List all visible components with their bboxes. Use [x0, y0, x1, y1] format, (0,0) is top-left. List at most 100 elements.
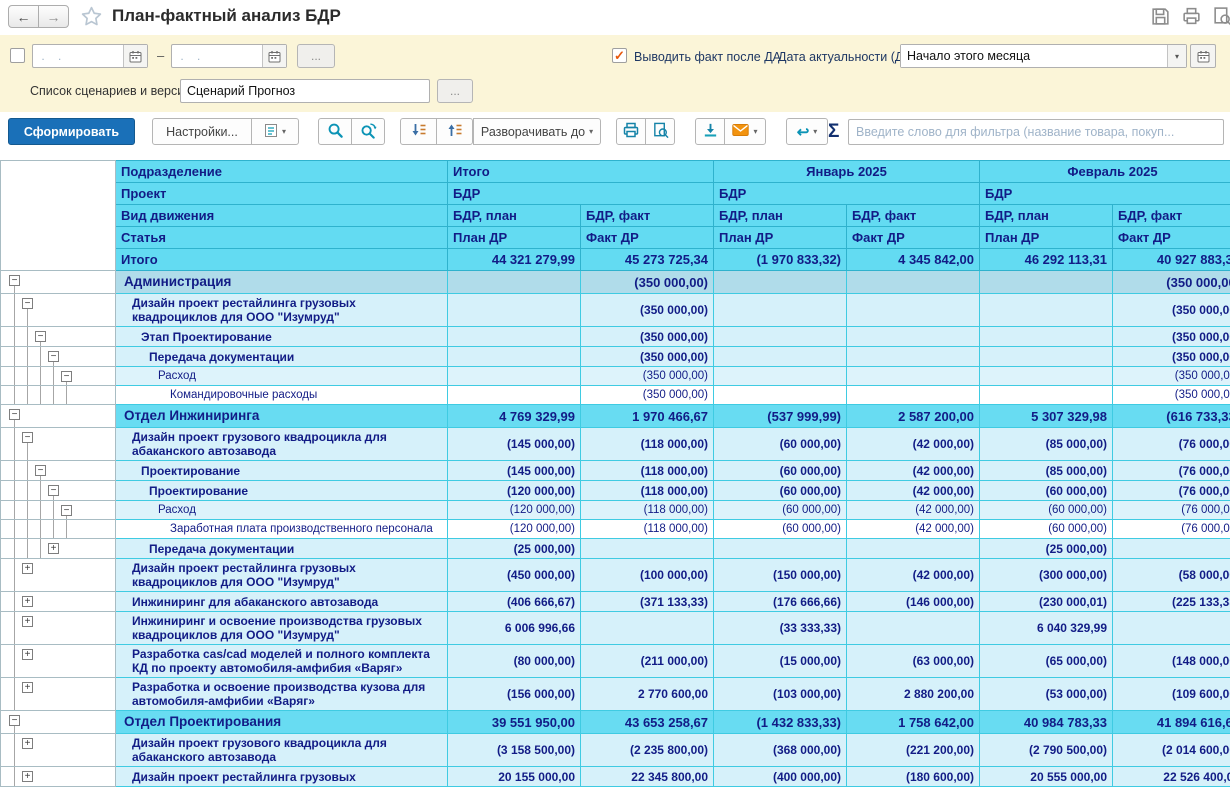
- header-total-value[interactable]: (1 970 833,32): [714, 249, 847, 271]
- collapse-expander-icon[interactable]: −: [35, 465, 46, 476]
- value-cell[interactable]: (60 000,00): [714, 428, 847, 461]
- collapse-expander-icon[interactable]: −: [22, 432, 33, 443]
- row-label-cell[interactable]: Расход: [116, 367, 448, 386]
- row-label-cell[interactable]: Передача документации: [116, 539, 448, 559]
- value-cell[interactable]: [714, 294, 847, 327]
- header-period-3[interactable]: Февраль 2025: [980, 161, 1230, 183]
- actuality-calendar-button[interactable]: [1190, 44, 1216, 68]
- header-total-value[interactable]: 44 321 279,99: [448, 249, 581, 271]
- collapse-expander-icon[interactable]: −: [48, 351, 59, 362]
- row-label-cell[interactable]: Заработная плата производственного персо…: [116, 520, 448, 539]
- value-cell[interactable]: [448, 294, 581, 327]
- value-cell[interactable]: (118 000,00): [581, 481, 714, 501]
- row-label-cell[interactable]: Командировочные расходы: [116, 386, 448, 405]
- value-cell[interactable]: (25 000,00): [448, 539, 581, 559]
- value-cell[interactable]: 40 984 783,33: [980, 711, 1113, 734]
- value-cell[interactable]: (42 000,00): [847, 461, 980, 481]
- value-cell[interactable]: 1 758 642,00: [847, 711, 980, 734]
- header-project-value[interactable]: БДР: [448, 183, 714, 205]
- scenario-input[interactable]: [180, 79, 430, 103]
- value-cell[interactable]: (350 000,00): [1113, 327, 1230, 347]
- value-cell[interactable]: 41 894 616,67: [1113, 711, 1230, 734]
- value-cell[interactable]: (60 000,00): [714, 520, 847, 539]
- value-cell[interactable]: (42 000,00): [847, 481, 980, 501]
- value-cell[interactable]: (76 000,00): [1113, 428, 1230, 461]
- expand-expander-icon[interactable]: +: [48, 543, 59, 554]
- header-project-value[interactable]: БДР: [714, 183, 980, 205]
- value-cell[interactable]: (42 000,00): [847, 559, 980, 592]
- header-article-label[interactable]: Статья: [116, 227, 448, 249]
- header-total-label[interactable]: Итого: [116, 249, 448, 271]
- value-cell[interactable]: (350 000,00): [1113, 367, 1230, 386]
- collapse-expander-icon[interactable]: −: [61, 371, 72, 382]
- value-cell[interactable]: (300 000,00): [980, 559, 1113, 592]
- value-cell[interactable]: (53 000,00): [980, 678, 1113, 711]
- expand-expander-icon[interactable]: +: [22, 616, 33, 627]
- value-cell[interactable]: (145 000,00): [448, 461, 581, 481]
- value-cell[interactable]: [581, 612, 714, 645]
- value-cell[interactable]: (76 000,00): [1113, 520, 1230, 539]
- value-cell[interactable]: (150 000,00): [714, 559, 847, 592]
- header-movement-value[interactable]: БДР, план: [980, 205, 1113, 227]
- value-cell[interactable]: 39 551 950,00: [448, 711, 581, 734]
- expand-expander-icon[interactable]: +: [22, 563, 33, 574]
- forward-button[interactable]: →: [38, 5, 69, 28]
- actuality-dropdown-button[interactable]: ▾: [1167, 45, 1186, 67]
- header-article-value[interactable]: Факт ДР: [581, 227, 714, 249]
- date-to-calendar-button[interactable]: [262, 45, 286, 67]
- value-cell[interactable]: [847, 612, 980, 645]
- value-cell[interactable]: (537 999,99): [714, 405, 847, 428]
- value-cell[interactable]: (225 133,33): [1113, 592, 1230, 612]
- value-cell[interactable]: [448, 347, 581, 367]
- value-cell[interactable]: (118 000,00): [581, 520, 714, 539]
- value-cell[interactable]: (350 000,00): [1113, 294, 1230, 327]
- row-label-cell[interactable]: Администрация: [116, 271, 448, 294]
- value-cell[interactable]: [448, 271, 581, 294]
- value-cell[interactable]: (60 000,00): [714, 501, 847, 520]
- value-cell[interactable]: (148 000,00): [1113, 645, 1230, 678]
- generate-button[interactable]: Сформировать: [8, 118, 135, 145]
- collapse-expander-icon[interactable]: −: [22, 298, 33, 309]
- value-cell[interactable]: (120 000,00): [448, 481, 581, 501]
- value-cell[interactable]: (103 000,00): [714, 678, 847, 711]
- print-icon[interactable]: [1181, 6, 1203, 28]
- expand-expander-icon[interactable]: +: [22, 596, 33, 607]
- header-total-value[interactable]: 4 345 842,00: [847, 249, 980, 271]
- header-movement-value[interactable]: БДР, план: [448, 205, 581, 227]
- value-cell[interactable]: (350 000,00): [581, 347, 714, 367]
- value-cell[interactable]: (33 333,33): [714, 612, 847, 645]
- value-cell[interactable]: [980, 271, 1113, 294]
- value-cell[interactable]: 2 770 600,00: [581, 678, 714, 711]
- value-cell[interactable]: 4 769 329,99: [448, 405, 581, 428]
- value-cell[interactable]: (2 014 600,00): [1113, 734, 1230, 767]
- value-cell[interactable]: [714, 367, 847, 386]
- value-cell[interactable]: (371 133,33): [581, 592, 714, 612]
- favorite-star-icon[interactable]: [80, 5, 103, 33]
- value-cell[interactable]: [714, 271, 847, 294]
- value-cell[interactable]: (146 000,00): [847, 592, 980, 612]
- row-label-cell[interactable]: Дизайн проект рестайлинга грузовых квадр…: [116, 294, 448, 327]
- value-cell[interactable]: 6 006 996,66: [448, 612, 581, 645]
- value-cell[interactable]: [980, 367, 1113, 386]
- value-cell[interactable]: [448, 367, 581, 386]
- value-cell[interactable]: (42 000,00): [847, 428, 980, 461]
- row-label-cell[interactable]: Проектирование: [116, 461, 448, 481]
- row-label-cell[interactable]: Этап Проектирование: [116, 327, 448, 347]
- value-cell[interactable]: 20 555 000,00: [980, 767, 1113, 787]
- value-cell[interactable]: (145 000,00): [448, 428, 581, 461]
- date-from-calendar-button[interactable]: [123, 45, 147, 67]
- search-button[interactable]: [318, 118, 352, 145]
- value-cell[interactable]: [847, 386, 980, 405]
- value-cell[interactable]: [1113, 612, 1230, 645]
- value-cell[interactable]: [847, 327, 980, 347]
- header-article-value[interactable]: План ДР: [714, 227, 847, 249]
- value-cell[interactable]: (76 000,00): [1113, 501, 1230, 520]
- header-article-value[interactable]: Факт ДР: [847, 227, 980, 249]
- value-cell[interactable]: (120 000,00): [448, 520, 581, 539]
- date-to-input[interactable]: [172, 45, 262, 67]
- value-cell[interactable]: [581, 539, 714, 559]
- value-cell[interactable]: (221 200,00): [847, 734, 980, 767]
- value-cell[interactable]: (42 000,00): [847, 501, 980, 520]
- row-label-cell[interactable]: Передача документации: [116, 347, 448, 367]
- collapse-expander-icon[interactable]: −: [35, 331, 46, 342]
